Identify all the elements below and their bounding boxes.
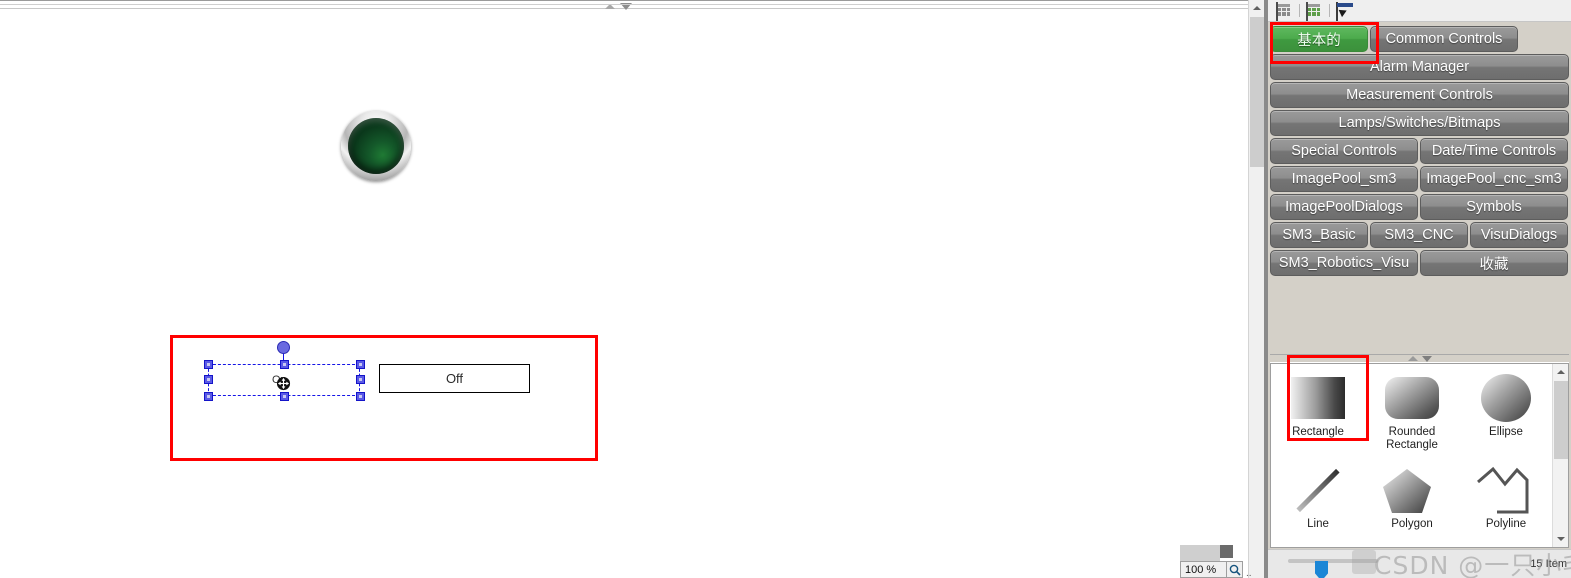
palette-item-rectangle[interactable]: Rectangle bbox=[1271, 364, 1365, 456]
palette-item-label: Line bbox=[1307, 517, 1329, 530]
toolbox-category-tabs: 基本的 Common Controls Alarm Manager Measureme… bbox=[1268, 22, 1571, 276]
scroll-up-button[interactable] bbox=[1249, 0, 1265, 16]
arrow-up-icon bbox=[1253, 6, 1261, 10]
toolbox-tab-sm3-basic[interactable]: SM3_Basic bbox=[1270, 222, 1368, 248]
visualization-canvas[interactable]: On Off bbox=[0, 0, 1248, 578]
line-shape-icon bbox=[1287, 464, 1349, 516]
application-window: On Off 100 % .. bbox=[0, 0, 1571, 578]
palette-scroll-up-button[interactable] bbox=[1553, 364, 1569, 380]
zoom-slider-track[interactable] bbox=[1288, 559, 1378, 578]
interface-editor-icon[interactable] bbox=[1276, 1, 1293, 21]
palette-item-polyline[interactable]: Polyline bbox=[1459, 456, 1553, 548]
status-overflow-dots[interactable]: .. bbox=[1246, 568, 1252, 578]
toolbox-tab-imagepool-sm3[interactable]: ImagePool_sm3 bbox=[1270, 166, 1418, 192]
polyline-shape-icon bbox=[1475, 464, 1537, 516]
shape-palette-grid: Rectangle Rounded Rectangle Ellipse Line Poly… bbox=[1271, 364, 1553, 547]
palette-item-polygon[interactable]: Polygon bbox=[1365, 456, 1459, 548]
palette-item-label: Polyline bbox=[1485, 517, 1527, 530]
zoom-slider-thumb[interactable] bbox=[1315, 561, 1328, 578]
zoom-magnifier-button[interactable] bbox=[1226, 561, 1243, 578]
palette-item-label: Polygon bbox=[1391, 517, 1433, 530]
toolbox-tab-sm3-cnc[interactable]: SM3_CNC bbox=[1370, 222, 1468, 248]
toolbox-tab-[interactable]: 收藏 bbox=[1420, 250, 1568, 276]
pointer-tool-icon[interactable] bbox=[1336, 1, 1353, 21]
resize-handle-ne[interactable] bbox=[356, 360, 365, 369]
rectangle-shape-icon bbox=[1287, 372, 1349, 424]
toolbox-panel: 基本的 Common Controls Alarm Manager Measureme… bbox=[1268, 0, 1571, 578]
toolbox-status-bar: 15 Item bbox=[1268, 549, 1571, 578]
ellipse-shape-icon bbox=[1475, 372, 1537, 424]
led-lamp-element[interactable] bbox=[341, 111, 411, 181]
scrollbar-thumb[interactable] bbox=[1250, 17, 1264, 167]
shape-palette: Rectangle Rounded Rectangle Ellipse Line Poly… bbox=[1270, 363, 1569, 548]
lamp-specular-highlight-2 bbox=[367, 128, 370, 131]
canvas-vertical-scrollbar[interactable] bbox=[1248, 0, 1264, 578]
toolbox-tab-common-controls[interactable]: Common Controls bbox=[1370, 26, 1518, 52]
palette-item-line[interactable]: Line bbox=[1271, 456, 1365, 548]
palette-item-label: Rectangle bbox=[1292, 426, 1344, 438]
item-count-label: 15 Item bbox=[1530, 558, 1567, 570]
arrow-up-icon bbox=[1557, 370, 1565, 374]
visualization-icon[interactable] bbox=[1306, 1, 1323, 21]
off-state-rectangle[interactable]: Off bbox=[379, 364, 530, 393]
toolbox-tab-alarm-manager[interactable]: Alarm Manager bbox=[1270, 54, 1569, 80]
resize-handle-nw[interactable] bbox=[204, 360, 213, 369]
rounded-rectangle-shape-icon bbox=[1381, 372, 1443, 424]
move-cursor-icon bbox=[276, 376, 291, 391]
toolbox-toolbar bbox=[1268, 0, 1571, 22]
toolbox-tab-date-time-controls[interactable]: Date/Time Controls bbox=[1420, 138, 1568, 164]
arrow-down-icon bbox=[1557, 537, 1565, 541]
toolbox-tab-visudialogs[interactable]: VisuDialogs bbox=[1470, 222, 1568, 248]
magnifier-icon bbox=[1229, 564, 1241, 576]
toolbox-tab-symbols[interactable]: Symbols bbox=[1420, 194, 1568, 220]
status-left-box bbox=[1180, 545, 1220, 561]
status-dark-square bbox=[1220, 545, 1233, 558]
palette-item-label: Rounded Rectangle bbox=[1386, 426, 1438, 451]
resize-handle-n[interactable] bbox=[280, 360, 289, 369]
toolbox-tab-measurement-controls[interactable]: Measurement Controls bbox=[1270, 82, 1569, 108]
lamp-specular-highlight bbox=[360, 131, 365, 135]
toolbox-tab-[interactable]: 基本的 bbox=[1270, 26, 1368, 52]
splitter-chevron-up-icon[interactable] bbox=[1407, 356, 1418, 361]
toolbox-splitter[interactable] bbox=[1270, 354, 1569, 363]
lamp-gloss bbox=[354, 122, 398, 144]
resize-handle-se[interactable] bbox=[356, 392, 365, 401]
palette-scrollbar-thumb[interactable] bbox=[1554, 381, 1568, 459]
resize-handle-w[interactable] bbox=[204, 375, 213, 384]
toolbox-tab-special-controls[interactable]: Special Controls bbox=[1270, 138, 1418, 164]
toolbar-separator bbox=[1299, 4, 1300, 17]
chevron-up-icon[interactable] bbox=[604, 4, 615, 9]
selected-element-group[interactable]: On bbox=[200, 340, 370, 402]
resize-handle-sw[interactable] bbox=[204, 392, 213, 401]
toolbox-tab-imagepool-cnc-sm3[interactable]: ImagePool_cnc_sm3 bbox=[1420, 166, 1568, 192]
resize-handle-s[interactable] bbox=[280, 392, 289, 401]
polygon-shape-icon bbox=[1381, 464, 1443, 516]
toolbox-tab-lamps-switches-bitmaps[interactable]: Lamps/Switches/Bitmaps bbox=[1270, 110, 1569, 136]
rotation-handle[interactable] bbox=[277, 341, 290, 354]
resize-handle-e[interactable] bbox=[356, 375, 365, 384]
canvas-top-divider bbox=[0, 0, 1248, 11]
canvas-splitter-handle[interactable] bbox=[598, 2, 638, 11]
chevron-down-icon[interactable] bbox=[619, 3, 632, 10]
toolbox-tab-imagepooldialogs[interactable]: ImagePoolDialogs bbox=[1270, 194, 1418, 220]
palette-vertical-scrollbar[interactable] bbox=[1552, 364, 1568, 547]
toolbox-tab-sm3-robotics-visu[interactable]: SM3_Robotics_Visu bbox=[1270, 250, 1418, 276]
palette-item-label: Ellipse bbox=[1489, 426, 1523, 438]
toolbar-separator-2 bbox=[1329, 4, 1330, 17]
palette-scroll-down-button[interactable] bbox=[1553, 531, 1569, 547]
palette-item-ellipse[interactable]: Ellipse bbox=[1459, 364, 1553, 456]
splitter-chevron-down-icon[interactable] bbox=[1421, 355, 1432, 362]
palette-item-rounded-rectangle[interactable]: Rounded Rectangle bbox=[1365, 364, 1459, 456]
